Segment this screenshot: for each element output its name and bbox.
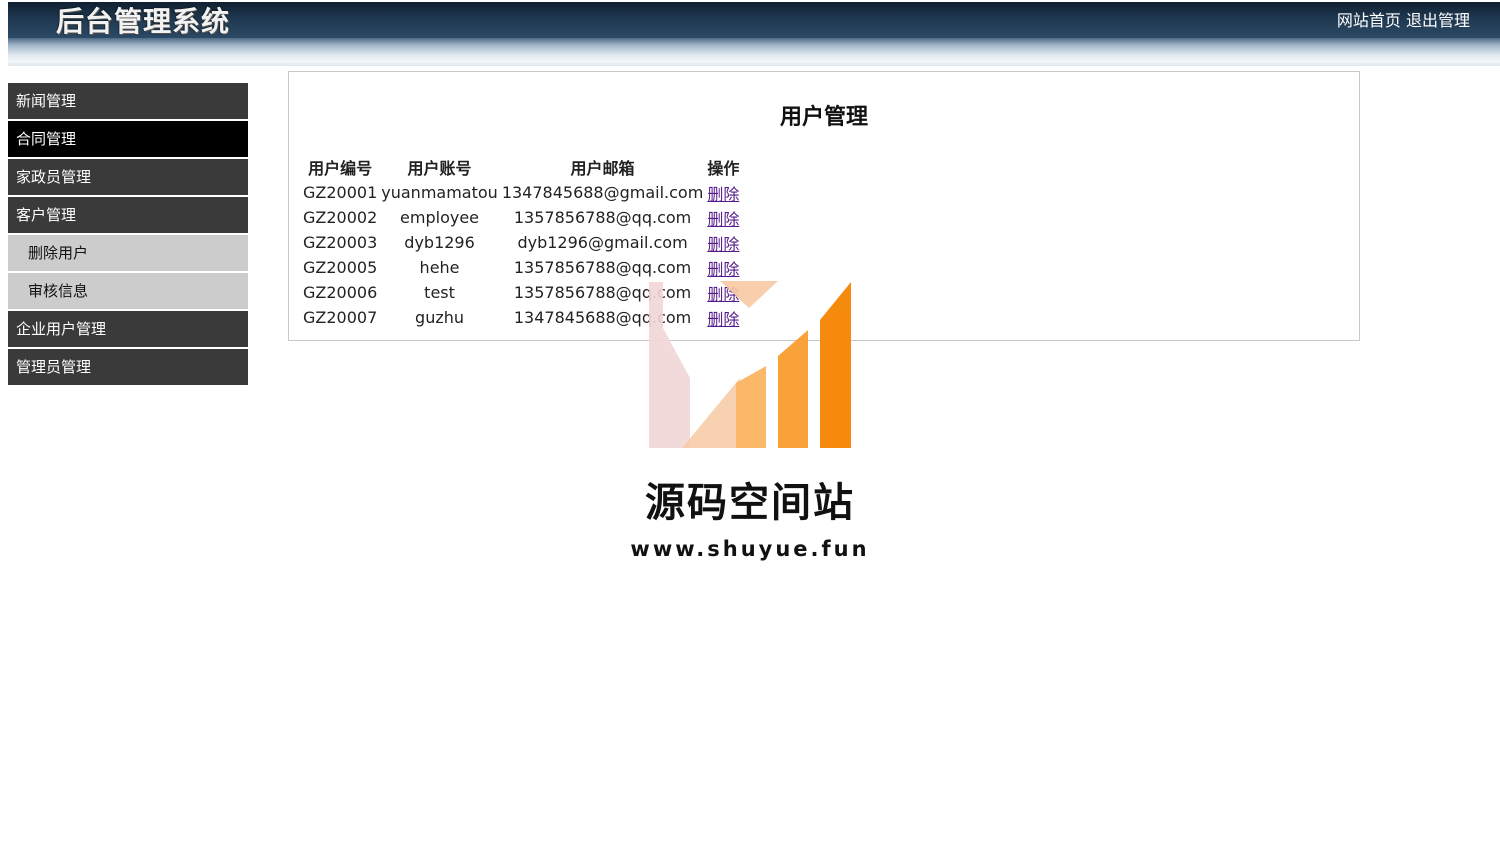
- cell-user-id: GZ20007: [303, 308, 378, 327]
- cell-user-account: yuanmamatou: [381, 183, 498, 202]
- cell-user-account: hehe: [419, 258, 460, 277]
- page: 后台管理系统 网站首页 退出管理 新闻管理 合同管理 家政员管理 客户管理 删除…: [0, 0, 1500, 844]
- cell-user-email: 1347845688@qq.com: [513, 308, 692, 327]
- site-title: 后台管理系统: [56, 5, 231, 38]
- delete-link[interactable]: 删除: [707, 185, 739, 204]
- cell-user-email: 1357856788@qq.com: [513, 283, 692, 302]
- table-row: GZ20003 dyb1296 dyb1296@gmail.com 删除: [301, 230, 741, 255]
- sidebar-subitem-delete-user[interactable]: 删除用户: [8, 235, 248, 271]
- sidebar: 新闻管理 合同管理 家政员管理 客户管理 删除用户 审核信息 企业用户管理 管理…: [8, 83, 248, 387]
- table-row: GZ20007 guzhu 1347845688@qq.com 删除: [301, 305, 741, 330]
- site-home-link[interactable]: 网站首页: [1337, 11, 1401, 30]
- logo-bar-2: [682, 378, 740, 448]
- column-header-id: 用户编号: [308, 159, 373, 178]
- sidebar-item-customers[interactable]: 客户管理: [8, 197, 248, 233]
- cell-user-email: 1347845688@gmail.com: [501, 183, 704, 202]
- column-header-account: 用户账号: [407, 159, 472, 178]
- header-bar: 后台管理系统 网站首页 退出管理: [8, 2, 1500, 38]
- logo-bar-3: [736, 366, 766, 448]
- sidebar-item-news[interactable]: 新闻管理: [8, 83, 248, 119]
- delete-link[interactable]: 删除: [707, 310, 739, 329]
- sidebar-item-enterprise-users[interactable]: 企业用户管理: [8, 311, 248, 347]
- column-header-email: 用户邮箱: [570, 159, 635, 178]
- table-row: GZ20005 hehe 1357856788@qq.com 删除: [301, 255, 741, 280]
- sidebar-item-housekeepers[interactable]: 家政员管理: [8, 159, 248, 195]
- cell-user-id: GZ20002: [303, 208, 378, 227]
- user-table: 用户编号 用户账号 用户邮箱 操作 GZ20001 yuanmamatou 13…: [301, 154, 741, 330]
- logo-bar-4: [778, 330, 808, 448]
- header-gradient-band: [8, 38, 1500, 66]
- cell-user-id: GZ20006: [303, 283, 378, 302]
- table-row: GZ20002 employee 1357856788@qq.com 删除: [301, 205, 741, 230]
- sidebar-item-administrators[interactable]: 管理员管理: [8, 349, 248, 385]
- page-title: 用户管理: [779, 105, 868, 130]
- logo-bar-1b: [663, 328, 690, 448]
- sidebar-item-contracts[interactable]: 合同管理: [8, 121, 248, 157]
- watermark-url: www.shuyue.fun: [630, 537, 870, 561]
- cell-user-account: test: [424, 283, 455, 302]
- delete-link[interactable]: 删除: [707, 285, 739, 304]
- delete-link[interactable]: 删除: [707, 260, 739, 279]
- cell-user-id: GZ20003: [303, 233, 378, 252]
- table-row: GZ20001 yuanmamatou 1347845688@gmail.com…: [301, 180, 741, 205]
- cell-user-email: 1357856788@qq.com: [513, 258, 692, 277]
- delete-link[interactable]: 删除: [707, 235, 739, 254]
- watermark-name: 源码空间站: [645, 480, 855, 526]
- cell-user-account: dyb1296: [404, 233, 475, 252]
- sidebar-subitem-review-info[interactable]: 审核信息: [8, 273, 248, 309]
- cell-user-email: dyb1296@gmail.com: [517, 233, 688, 252]
- cell-user-account: guzhu: [415, 308, 465, 327]
- cell-user-account: employee: [400, 208, 480, 227]
- logout-link[interactable]: 退出管理: [1406, 11, 1470, 30]
- cell-user-id: GZ20005: [303, 258, 378, 277]
- cell-user-email: 1357856788@qq.com: [513, 208, 692, 227]
- column-header-action: 操作: [707, 159, 740, 178]
- top-links: 网站首页 退出管理: [1337, 11, 1470, 31]
- table-header-row: 用户编号 用户账号 用户邮箱 操作: [301, 154, 741, 180]
- main-panel: 用户管理 用户编号 用户账号 用户邮箱 操作 GZ20001 yuanmamat…: [288, 71, 1360, 341]
- delete-link[interactable]: 删除: [707, 210, 739, 229]
- cell-user-id: GZ20001: [303, 183, 378, 202]
- table-row: GZ20006 test 1357856788@qq.com 删除: [301, 280, 741, 305]
